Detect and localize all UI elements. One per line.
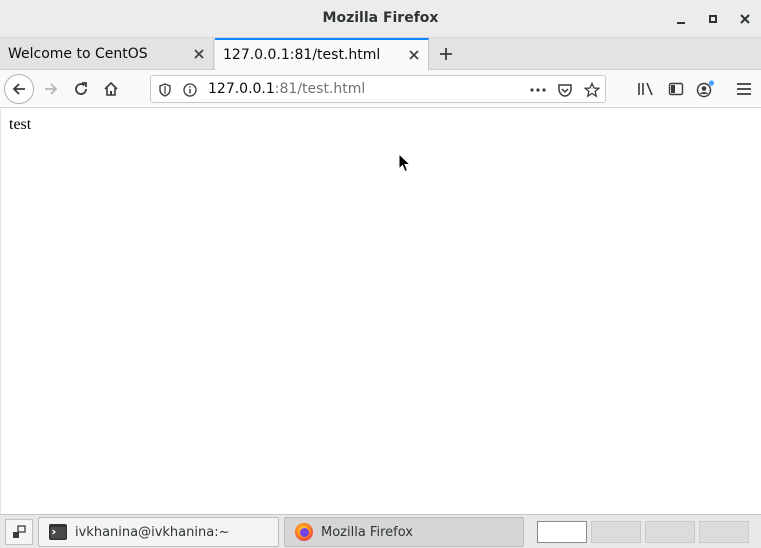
address-bar[interactable]: 127.0.0.1:81/test.html — [150, 75, 606, 103]
tab-label: 127.0.0.1:81/test.html — [223, 47, 381, 63]
tab-test-html[interactable]: 127.0.0.1:81/test.html — [215, 38, 429, 70]
hamburger-menu-button[interactable] — [729, 74, 759, 104]
page-content[interactable]: test — [0, 108, 761, 514]
page-actions-menu-icon[interactable] — [527, 79, 549, 101]
tab-close-button[interactable] — [400, 41, 428, 69]
bookmark-star-icon[interactable] — [581, 79, 603, 101]
url-text: 127.0.0.1:81/test.html — [208, 81, 365, 97]
close-icon — [194, 49, 204, 59]
pocket-icon[interactable] — [554, 79, 576, 101]
account-icon — [696, 80, 715, 98]
home-button[interactable] — [96, 74, 126, 104]
window-title: Mozilla Firefox — [322, 10, 439, 26]
show-desktop-button[interactable] — [5, 519, 33, 545]
firefox-icon — [293, 521, 315, 543]
url-host: 127.0.0.1 — [208, 81, 275, 97]
tab-welcome-centos[interactable]: Welcome to CentOS — [0, 38, 214, 70]
terminal-icon — [47, 521, 69, 543]
close-window-button[interactable] — [735, 9, 755, 29]
maximize-icon — [709, 15, 717, 23]
workspace-4[interactable] — [699, 521, 749, 543]
show-desktop-icon — [13, 525, 26, 538]
reload-button[interactable] — [66, 74, 96, 104]
taskbar-item-terminal[interactable]: ivkhanina@ivkhanina:~ — [38, 517, 279, 547]
sidebar-icon — [668, 82, 684, 96]
forward-button[interactable] — [36, 74, 66, 104]
close-icon — [740, 14, 750, 24]
tab-label: Welcome to CentOS — [8, 46, 148, 62]
back-arrow-icon — [12, 83, 25, 95]
taskbar: ivkhanina@ivkhanina:~ Mozilla Firefox — [0, 514, 761, 548]
mouse-pointer-icon — [398, 153, 412, 173]
back-button[interactable] — [4, 74, 34, 104]
menu-icon — [737, 83, 751, 95]
site-info-icon[interactable] — [179, 79, 201, 101]
page-body-text: test — [9, 116, 32, 133]
taskbar-item-firefox[interactable]: Mozilla Firefox — [284, 517, 524, 547]
workspace-1[interactable] — [537, 521, 587, 543]
maximize-button[interactable] — [703, 9, 723, 29]
sidebar-toggle-button[interactable] — [661, 74, 691, 104]
workspace-2[interactable] — [591, 521, 641, 543]
new-tab-button[interactable] — [432, 40, 460, 68]
library-icon — [638, 82, 653, 96]
taskbar-item-label: ivkhanina@ivkhanina:~ — [75, 524, 230, 540]
tab-strip: Welcome to CentOS 127.0.0.1:81/test.html — [0, 38, 761, 70]
close-icon — [409, 50, 419, 60]
tracking-protection-shield-icon[interactable] — [154, 79, 176, 101]
navigation-toolbar: 127.0.0.1:81/test.html — [0, 70, 761, 108]
minimize-button[interactable] — [671, 9, 691, 29]
reload-icon — [75, 82, 87, 95]
url-path: :81/test.html — [274, 81, 366, 97]
window-titlebar[interactable]: Mozilla Firefox — [0, 0, 761, 38]
account-button[interactable] — [691, 74, 721, 104]
minimize-icon — [677, 22, 685, 24]
workspace-3[interactable] — [645, 521, 695, 543]
library-button[interactable] — [631, 74, 661, 104]
forward-arrow-icon — [45, 83, 58, 95]
home-icon — [104, 81, 118, 96]
tab-close-button[interactable] — [185, 40, 213, 68]
taskbar-item-label: Mozilla Firefox — [321, 524, 413, 540]
plus-icon — [440, 48, 452, 60]
